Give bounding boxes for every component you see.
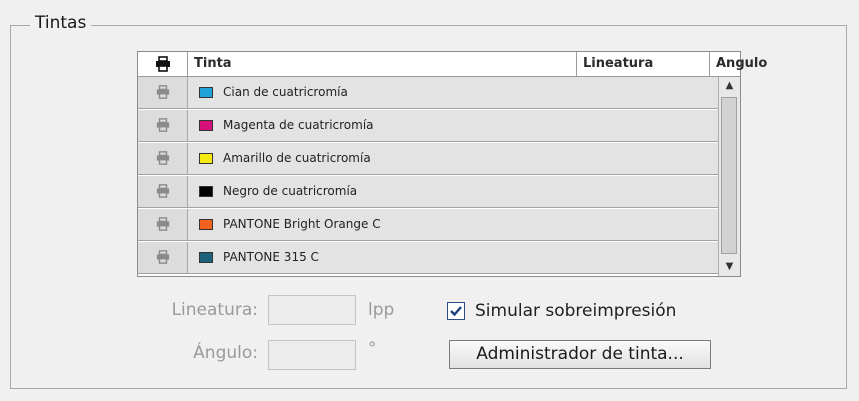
ink-table: Tinta Lineatura Angulo Cian de cuatricro… bbox=[137, 51, 767, 277]
printer-icon bbox=[155, 56, 170, 72]
table-row[interactable]: Negro de cuatricromía bbox=[138, 176, 718, 208]
printer-icon bbox=[156, 217, 169, 231]
table-header: Tinta Lineatura Angulo bbox=[138, 52, 767, 77]
print-toggle[interactable] bbox=[138, 176, 188, 207]
header-lineatura[interactable]: Lineatura bbox=[577, 52, 710, 76]
ink-manager-button[interactable]: Administrador de tinta... bbox=[449, 340, 711, 369]
printer-icon bbox=[156, 151, 169, 165]
ink-swatch bbox=[199, 186, 213, 197]
table-row[interactable]: PANTONE Bright Orange C bbox=[138, 209, 718, 241]
ink-name: Magenta de cuatricromía bbox=[223, 118, 374, 132]
printer-icon bbox=[156, 118, 169, 132]
printer-icon bbox=[156, 184, 169, 198]
table-row[interactable]: Amarillo de cuatricromía bbox=[138, 143, 718, 175]
print-toggle[interactable] bbox=[138, 77, 188, 108]
printer-icon bbox=[156, 85, 169, 99]
ink-swatch bbox=[199, 120, 213, 131]
header-angulo[interactable]: Angulo bbox=[710, 52, 859, 76]
print-toggle[interactable] bbox=[138, 143, 188, 174]
angulo-label: Ángulo: bbox=[193, 343, 258, 363]
header-print-column[interactable] bbox=[138, 52, 188, 76]
ink-swatch bbox=[199, 87, 213, 98]
ink-rows: Cian de cuatricromía Magenta de cuatricr… bbox=[138, 77, 718, 276]
scroll-down-arrow-icon[interactable]: ▼ bbox=[719, 258, 740, 276]
ink-name: PANTONE 315 C bbox=[223, 250, 319, 264]
print-toggle[interactable] bbox=[138, 110, 188, 141]
lineatura-unit: lpp bbox=[368, 300, 395, 320]
inks-group-title: Tintas bbox=[30, 12, 92, 34]
lineatura-label: Lineatura: bbox=[171, 300, 258, 320]
printer-icon bbox=[156, 250, 169, 264]
ink-name: Cian de cuatricromía bbox=[223, 85, 348, 99]
ink-name: PANTONE Bright Orange C bbox=[223, 217, 381, 231]
ink-name: Amarillo de cuatricromía bbox=[223, 151, 371, 165]
print-toggle[interactable] bbox=[138, 242, 188, 273]
simulate-overprint-checkbox[interactable] bbox=[447, 302, 465, 320]
table-row[interactable]: Magenta de cuatricromía bbox=[138, 110, 718, 142]
simulate-overprint-label[interactable]: Simular sobreimpresión bbox=[475, 298, 676, 324]
header-tinta[interactable]: Tinta bbox=[188, 52, 577, 76]
table-row[interactable]: PANTONE 315 C bbox=[138, 242, 718, 274]
checkmark-icon bbox=[450, 306, 462, 317]
ink-name: Negro de cuatricromía bbox=[223, 184, 358, 198]
ink-swatch bbox=[199, 219, 213, 230]
angulo-unit: ° bbox=[368, 339, 377, 359]
table-scrollbar[interactable]: ▲ ▼ bbox=[718, 77, 740, 276]
table-row[interactable]: Cian de cuatricromía bbox=[138, 77, 718, 109]
print-toggle[interactable] bbox=[138, 209, 188, 240]
ink-swatch bbox=[199, 153, 213, 164]
ink-swatch bbox=[199, 252, 213, 263]
lineatura-input[interactable] bbox=[268, 295, 356, 325]
scroll-thumb[interactable] bbox=[721, 97, 737, 254]
scroll-up-arrow-icon[interactable]: ▲ bbox=[719, 77, 740, 95]
angulo-input[interactable] bbox=[268, 340, 356, 370]
